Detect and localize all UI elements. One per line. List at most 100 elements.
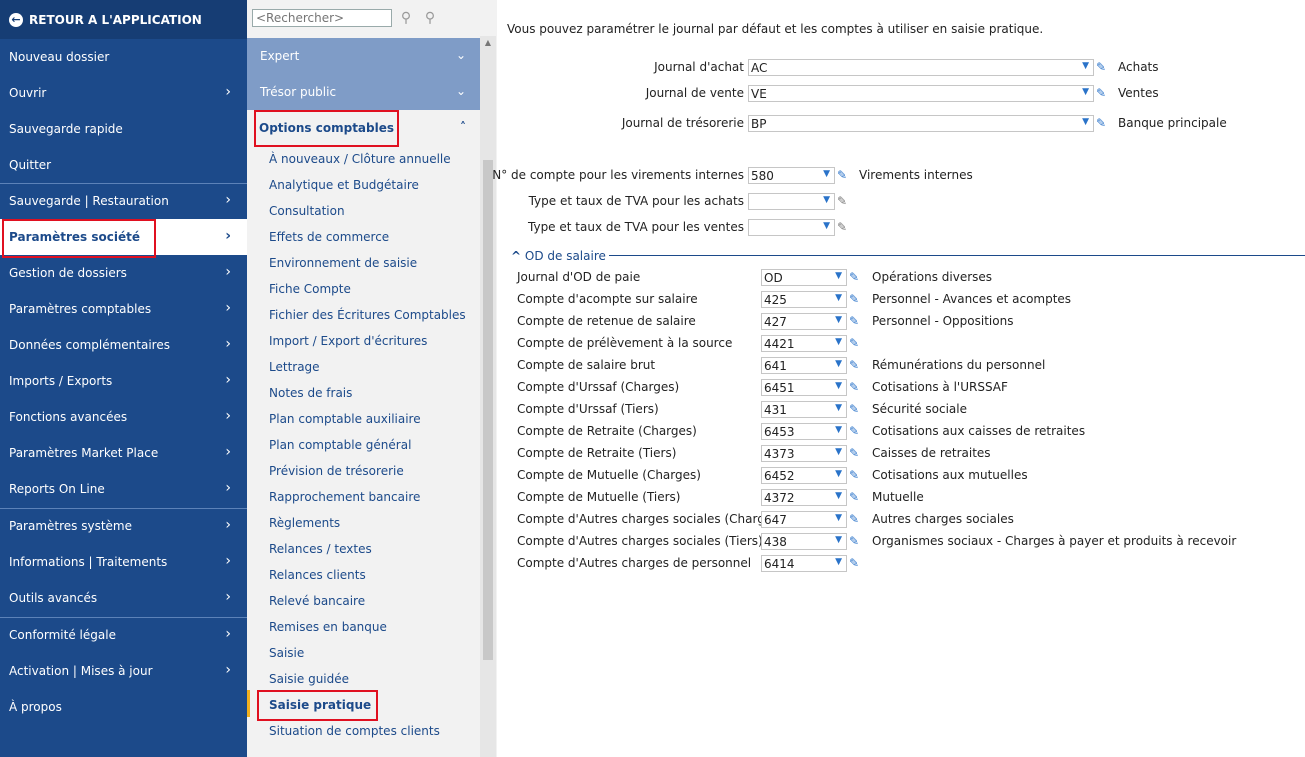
dropdown-arrow-icon[interactable]: ▼ [823, 169, 830, 179]
edit-pencil-icon[interactable]: ✎ [849, 336, 861, 350]
edit-pencil-icon[interactable]: ✎ [849, 292, 861, 306]
edit-pencil-icon[interactable]: ✎ [849, 534, 861, 548]
option-item-saisie-guidee[interactable]: Saisie guidée [269, 672, 349, 686]
dropdown-arrow-icon[interactable]: ▼ [835, 315, 842, 325]
dropdown-arrow-icon[interactable]: ▼ [835, 513, 842, 523]
dropdown-arrow-icon[interactable]: ▼ [835, 381, 842, 391]
combo-journal-de-vente[interactable]: VE ▼ [748, 85, 1094, 102]
combo-compte-de-prelevement-a-la-source[interactable]: 4421 ▼ [761, 335, 847, 352]
option-item-situation-de-comptes-clients[interactable]: Situation de comptes clients [269, 724, 440, 738]
combo-n-de-compte-pour-les-virements-internes[interactable]: 580 ▼ [748, 167, 835, 184]
combo-compte-d-acompte-sur-salaire[interactable]: 425 ▼ [761, 291, 847, 308]
dropdown-arrow-icon[interactable]: ▼ [835, 491, 842, 501]
nav-item-reports-on-line[interactable]: Reports On Line › [0, 471, 247, 507]
nav-item-informations-traitements[interactable]: Informations | Traitements › [0, 544, 247, 580]
dropdown-arrow-icon[interactable]: ▼ [835, 557, 842, 567]
option-item-reglements[interactable]: Règlements [269, 516, 340, 530]
edit-pencil-icon[interactable]: ✎ [849, 358, 861, 372]
nav-item-fonctions-avancees[interactable]: Fonctions avancées › [0, 399, 247, 435]
edit-pencil-icon[interactable]: ✎ [849, 270, 861, 284]
edit-pencil-icon[interactable]: ✎ [849, 314, 861, 328]
dropdown-arrow-icon[interactable]: ▼ [835, 447, 842, 457]
nav-item-parametres-market-place[interactable]: Paramètres Market Place › [0, 435, 247, 471]
option-item-consultation[interactable]: Consultation [269, 204, 345, 218]
dropdown-arrow-icon[interactable]: ▼ [823, 221, 830, 231]
dropdown-arrow-icon[interactable]: ▼ [835, 337, 842, 347]
option-item-remises-en-banque[interactable]: Remises en banque [269, 620, 387, 634]
dropdown-arrow-icon[interactable]: ▼ [1082, 61, 1089, 71]
od-salaire-section-toggle[interactable]: ^ OD de salaire [511, 249, 606, 263]
option-item-a-nouveaux-cloture-annuelle[interactable]: À nouveaux / Clôture annuelle [269, 152, 451, 166]
option-item-prevision-de-tresorerie[interactable]: Prévision de trésorerie [269, 464, 404, 478]
combo-compte-d-urssaf-tiers[interactable]: 431 ▼ [761, 401, 847, 418]
combo-compte-d-autres-charges-sociales-charges[interactable]: 647 ▼ [761, 511, 847, 528]
combo-journal-de-tresorerie[interactable]: BP ▼ [748, 115, 1094, 132]
dropdown-arrow-icon[interactable]: ▼ [835, 469, 842, 479]
edit-pencil-icon[interactable]: ✎ [1096, 60, 1108, 74]
option-item-fichier-des-ecritures-comptables[interactable]: Fichier des Écritures Comptables [269, 308, 466, 322]
combo-journal-d-achat[interactable]: AC ▼ [748, 59, 1094, 76]
edit-pencil-icon[interactable]: ✎ [849, 512, 861, 526]
combo-compte-d-urssaf-charges[interactable]: 6451 ▼ [761, 379, 847, 396]
nav-item-imports-exports[interactable]: Imports / Exports › [0, 363, 247, 399]
nav-item-outils-avances[interactable]: Outils avancés › [0, 580, 247, 616]
search-next-icon[interactable]: ⚲ [421, 9, 439, 27]
nav-item-conformite-legale[interactable]: Conformité légale › [0, 617, 247, 653]
nav-item-activation-mises-a-jour[interactable]: Activation | Mises à jour › [0, 653, 247, 689]
combo-compte-de-mutuelle-charges[interactable]: 6452 ▼ [761, 467, 847, 484]
nav-item-sauvegarde-restauration[interactable]: Sauvegarde | Restauration › [0, 183, 247, 219]
dropdown-arrow-icon[interactable]: ▼ [835, 293, 842, 303]
option-item-relances-clients[interactable]: Relances clients [269, 568, 366, 582]
nav-item-ouvrir[interactable]: Ouvrir › [0, 75, 247, 111]
edit-pencil-icon[interactable]: ✎ [849, 380, 861, 394]
combo-type-et-taux-de-tva-pour-les-ventes[interactable]: ▼ [748, 219, 835, 236]
combo-compte-de-retenue-de-salaire[interactable]: 427 ▼ [761, 313, 847, 330]
combo-compte-d-autres-charges-de-personnel[interactable]: 6414 ▼ [761, 555, 847, 572]
scrollbar-thumb[interactable] [483, 160, 493, 660]
option-item-import-export-d-ecritures[interactable]: Import / Export d'écritures [269, 334, 427, 348]
nav-item-parametres-systeme[interactable]: Paramètres système › [0, 508, 247, 544]
combo-compte-de-mutuelle-tiers[interactable]: 4372 ▼ [761, 489, 847, 506]
edit-pencil-icon[interactable]: ✎ [837, 220, 849, 234]
nav-item-a-propos[interactable]: À propos [0, 689, 247, 725]
edit-pencil-icon[interactable]: ✎ [1096, 116, 1108, 130]
nav-item-parametres-societe[interactable]: Paramètres société › [0, 219, 247, 255]
nav-item-quitter[interactable]: Quitter [0, 147, 247, 183]
dropdown-arrow-icon[interactable]: ▼ [1082, 87, 1089, 97]
option-item-plan-comptable-auxiliaire[interactable]: Plan comptable auxiliaire [269, 412, 421, 426]
nav-item-sauvegarde-rapide[interactable]: Sauvegarde rapide [0, 111, 247, 147]
option-item-relances-textes[interactable]: Relances / textes [269, 542, 372, 556]
combo-compte-de-salaire-brut[interactable]: 641 ▼ [761, 357, 847, 374]
option-item-releve-bancaire[interactable]: Relevé bancaire [269, 594, 365, 608]
combo-compte-d-autres-charges-sociales-tiers[interactable]: 438 ▼ [761, 533, 847, 550]
option-item-lettrage[interactable]: Lettrage [269, 360, 320, 374]
option-item-saisie[interactable]: Saisie [269, 646, 304, 660]
dropdown-arrow-icon[interactable]: ▼ [835, 403, 842, 413]
dropdown-arrow-icon[interactable]: ▼ [835, 535, 842, 545]
dropdown-arrow-icon[interactable]: ▼ [1082, 117, 1089, 127]
nav-item-donnees-complementaires[interactable]: Données complémentaires › [0, 327, 247, 363]
dropdown-arrow-icon[interactable]: ▼ [835, 271, 842, 281]
combo-compte-de-retraite-tiers[interactable]: 4373 ▼ [761, 445, 847, 462]
option-item-plan-comptable-general[interactable]: Plan comptable général [269, 438, 411, 452]
back-to-application-button[interactable]: ← RETOUR A L'APPLICATION [0, 0, 247, 39]
combo-journal-d-od-de-paie[interactable]: OD ▼ [761, 269, 847, 286]
edit-pencil-icon[interactable]: ✎ [1096, 86, 1108, 100]
edit-pencil-icon[interactable]: ✎ [837, 168, 849, 182]
edit-pencil-icon[interactable]: ✎ [849, 446, 861, 460]
option-item-environnement-de-saisie[interactable]: Environnement de saisie [269, 256, 417, 270]
dropdown-arrow-icon[interactable]: ▼ [835, 425, 842, 435]
nav-item-gestion-de-dossiers[interactable]: Gestion de dossiers › [0, 255, 247, 291]
option-item-rapprochement-bancaire[interactable]: Rapprochement bancaire [269, 490, 420, 504]
scroll-up-icon[interactable]: ▲ [483, 38, 493, 48]
search-icon[interactable]: ⚲ [397, 9, 415, 27]
option-item-fiche-compte[interactable]: Fiche Compte [269, 282, 351, 296]
edit-pencil-icon[interactable]: ✎ [849, 402, 861, 416]
combo-type-et-taux-de-tva-pour-les-achats[interactable]: ▼ [748, 193, 835, 210]
edit-pencil-icon[interactable]: ✎ [849, 490, 861, 504]
nav-item-parametres-comptables[interactable]: Paramètres comptables › [0, 291, 247, 327]
edit-pencil-icon[interactable]: ✎ [837, 194, 849, 208]
dropdown-arrow-icon[interactable]: ▼ [835, 359, 842, 369]
search-input[interactable] [252, 9, 392, 27]
option-item-notes-de-frais[interactable]: Notes de frais [269, 386, 352, 400]
